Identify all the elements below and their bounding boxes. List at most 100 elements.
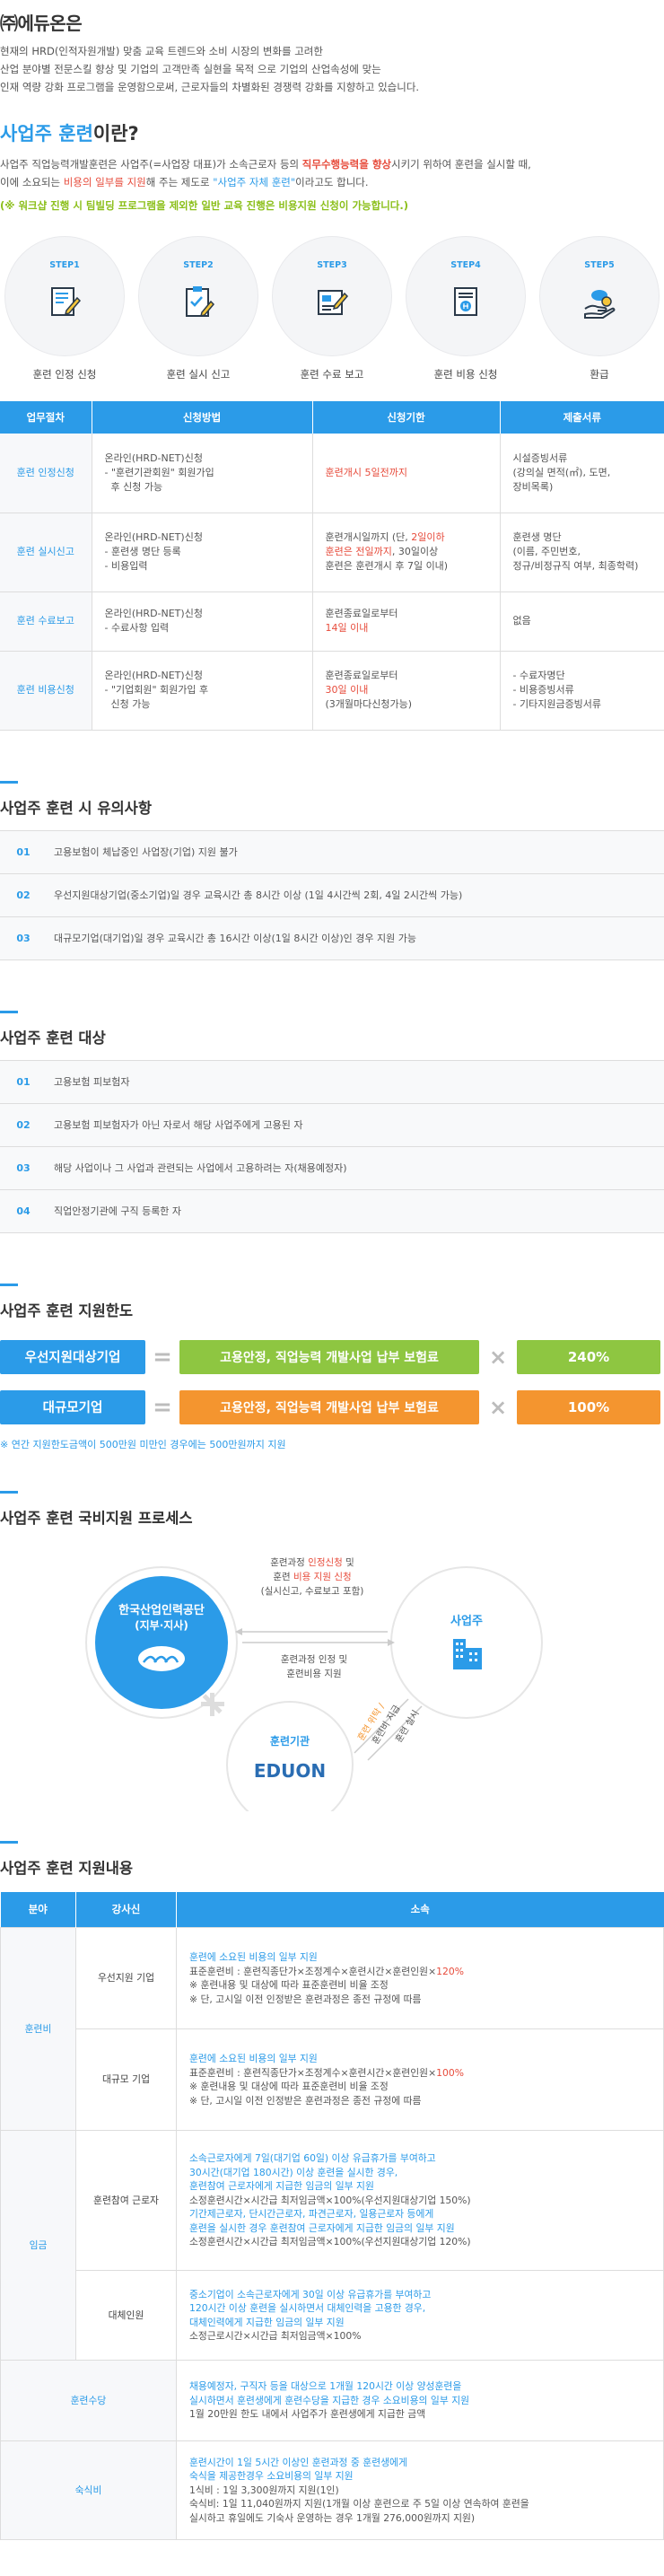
what-description: 사업주 직업능력개발훈련은 사업주(=사업장 대표)가 소속근로자 등의 직무수… <box>0 158 531 188</box>
page: ㈜에듀온은 현재의 HRD(인적자원개발) 맞춤 교육 트렌드와 소비 시장의 … <box>0 0 664 2558</box>
procedure-step-name: 훈련 비용신청 <box>0 651 92 731</box>
targets-section: 사업주 훈련 대상 01 고용보험 피보험자 02 고용보험 피보험자가 아닌 자로… <box>0 1010 664 1233</box>
insurance-basis: 고용안정, 직업능력 개발사업 납부 보험료 <box>179 1339 479 1374</box>
report-edit-icon <box>318 290 349 315</box>
procedure-header: 신청방법 <box>91 401 312 434</box>
step-name: 훈련 인정 신청 <box>32 368 97 381</box>
what-section: 사업주 훈련이란? 사업주 직업능력개발훈련은 사업주(=사업장 대표)가 소속… <box>0 119 664 213</box>
procedure-header: 신청기한 <box>311 401 500 434</box>
procedure-deadline: 훈련개시일까지 (단, 2일이하 훈련은 전일까지, 30일이상 훈련은 훈련개… <box>312 513 501 592</box>
step-label: STEP1 <box>49 260 80 270</box>
intro-line: 인재 역량 강화 프로그램을 운영함으로써, 근로자들의 차별화된 경쟁력 강화… <box>0 81 420 93</box>
support-row: 숙식비 훈련시간이 1일 5시간 이상인 훈련과정 중 훈련생에게 숙식을 제공… <box>0 2440 664 2540</box>
company-type: 우선지원대상기업 <box>0 1339 145 1374</box>
step-circle: STEP2 <box>138 236 258 356</box>
cautions-title: 사업주 훈련 시 유의사항 <box>0 799 153 817</box>
support-subcategory: 우선지원 기업 <box>75 1927 177 2029</box>
rate: 240% <box>517 1339 660 1374</box>
steps-row: STEP1 훈련 인정 신청 STEP2 훈련 실시 신고 STEP3 훈련 수… <box>0 236 664 381</box>
list-item: 01 고용보험 피보험자 <box>0 1060 664 1104</box>
support-subcategory: 대규모 기업 <box>75 2028 177 2131</box>
procedure-method: 온라인(HRD-NET)신청 - "훈련기관회원" 회원가입 후 신청 가능 <box>92 434 313 513</box>
support-header: 분야 <box>0 1891 76 1928</box>
step-2: STEP2 훈련 실시 신고 <box>135 236 261 381</box>
intro-title: ㈜에듀온은 <box>0 13 83 34</box>
support-subcategory: 훈련참여 근로자 <box>75 2130 177 2271</box>
support-row: 훈련비 우선지원 기업 훈련에 소요된 비용의 일부 지원 표준훈련비 : 훈련… <box>0 1927 664 2131</box>
support-header: 소속 <box>176 1891 664 1928</box>
support-detail: 훈련에 소요된 비용의 일부 지원 표준훈련비 : 훈련직종단가×조정계수×훈련… <box>176 2028 664 2131</box>
flow-apply-line2: 훈련 비용 지원 신청 <box>273 1571 351 1582</box>
step-label: STEP4 <box>450 260 481 270</box>
insurance-basis: 고용안정, 직업능력 개발사업 납부 보험료 <box>179 1389 479 1424</box>
flow-apply-line3: (실시신고, 수료보고 포함) <box>261 1586 364 1597</box>
section-accent-bar <box>0 1283 18 1286</box>
targets-title: 사업주 훈련 대상 <box>0 1029 106 1047</box>
limit-title: 사업주 훈련 지원한도 <box>0 1301 134 1319</box>
support-header: 강사신 <box>75 1891 177 1928</box>
step-name: 환급 <box>590 368 609 381</box>
agency-logo-icon <box>138 1645 185 1671</box>
procedure-row: 훈련 수료보고 온라인(HRD-NET)신청 - 수료사항 입력 훈련종료일로부터… <box>0 591 664 652</box>
procedure-row: 훈련 실시신고 온라인(HRD-NET)신청 - 훈련생 명단 등록 - 비용입력 … <box>0 513 664 592</box>
procedure-method: 온라인(HRD-NET)신청 - "기업회원" 회원가입 후 신청 가능 <box>92 651 313 731</box>
limit-note: ※ 연간 지원한도금액이 500만원 미만인 경우에는 500만원까지 지원 <box>0 1438 286 1450</box>
process-diagram: 한국산업인력공단 (지부·지사) 사업주 훈련기관 EDUON 훈련과정 인정신… <box>85 1556 543 1828</box>
procedure-deadline: 훈련종료일로부터 14일 이내 <box>312 591 501 652</box>
support-category: 임금 <box>0 2130 76 2361</box>
step-name: 훈련 수료 보고 <box>300 368 364 381</box>
company-type: 대규모기업 <box>0 1389 145 1424</box>
procedure-table: 업무절차 신청방법 신청기한 제출서류 훈련 인정신청 온라인(HRD-NET)… <box>0 401 664 731</box>
support-title: 사업주 훈련 지원내용 <box>0 1859 134 1877</box>
procedure-step-name: 훈련 실시신고 <box>0 513 92 592</box>
list-item: 03 해당 사업이나 그 사업과 관련되는 사업에서 고용하려는 자(채용예정자) <box>0 1146 664 1190</box>
intro-text: 현재의 HRD(인적자원개발) 맞춤 교육 트렌드와 소비 시장의 변화를 고려… <box>0 42 664 96</box>
rate: 100% <box>517 1389 660 1424</box>
step-circle: STEP3 <box>272 236 392 356</box>
agency-sub: (지부·지사) <box>135 1618 188 1632</box>
support-detail: 소속근로자에게 7일(대기업 60일) 이상 유급휴가를 부여하고 30시간(대… <box>176 2130 664 2271</box>
procedure-method: 온라인(HRD-NET)신청 - 수료사항 입력 <box>92 591 313 652</box>
targets-list: 01 고용보험 피보험자 02 고용보험 피보험자가 아닌 자로서 해당 사업주에게… <box>0 1059 664 1233</box>
cautions-section: 사업주 훈련 시 유의사항 01 고용보험이 체납중인 사업장(기업) 지원 불가… <box>0 780 664 960</box>
support-category: 훈련비 <box>0 1927 76 2131</box>
equals-icon: = <box>153 1393 172 1421</box>
intro-section: ㈜에듀온은 현재의 HRD(인적자원개발) 맞춤 교육 트렌드와 소비 시장의 … <box>0 9 664 96</box>
support-detail: 중소기업이 소속근로자에게 30일 이상 유급휴가를 부여하고 120시간 이상… <box>176 2270 664 2361</box>
support-category: 훈련수당 <box>0 2360 177 2441</box>
support-header-row: 분야 강사신 소속 <box>0 1891 664 1928</box>
list-item: 01 고용보험이 체납중인 사업장(기업) 지원 불가 <box>0 830 664 874</box>
support-category: 숙식비 <box>0 2440 177 2540</box>
procedure-step-name: 훈련 인정신청 <box>0 434 92 513</box>
employer-circle-fill <box>400 1575 533 1709</box>
section-accent-bar <box>0 1490 18 1494</box>
intro-line: 산업 분야별 전문스킬 향상 및 기업의 고객만족 실현을 목적 으로 기업의 … <box>0 63 381 75</box>
application-form-icon <box>51 287 82 316</box>
checklist-icon <box>186 286 215 318</box>
procedure-step-name: 훈련 수료보고 <box>0 591 92 652</box>
limit-formulas: 우선지원대상기업 = 고용안정, 직업능력 개발사업 납부 보험료 × 240%… <box>0 1336 664 1428</box>
procedure-deadline: 훈련개시 5일전까지 <box>312 434 501 513</box>
procedure-docs: 훈련생 명단 (이름, 주민번호, 정규/비정규직 여부, 최종학력) <box>500 513 664 592</box>
list-item: 04 직업안정기관에 구직 등록한 자 <box>0 1189 664 1233</box>
support-row: 훈련수당 채용예정자, 구직자 등을 대상으로 1개월 120시간 이상 양성훈… <box>0 2360 664 2441</box>
money-refund-icon <box>584 290 616 319</box>
procedure-row: 훈련 비용신청 온라인(HRD-NET)신청 - "기업회원" 회원가입 후 신청… <box>0 651 664 731</box>
agency-circle-fill <box>95 1575 228 1709</box>
cautions-list: 01 고용보험이 체납중인 사업장(기업) 지원 불가 02 우선지원대상기업(중소… <box>0 829 664 960</box>
list-item: 02 우선지원대상기업(중소기업)일 경우 교육시간 총 8시간 이상 (1일 4… <box>0 873 664 917</box>
support-subcategory: 대체인원 <box>75 2270 177 2361</box>
eduon-logo: EDUON <box>254 1760 326 1782</box>
step-1: STEP1 훈련 인정 신청 <box>2 236 127 381</box>
step-3: STEP3 훈련 수료 보고 <box>269 236 395 381</box>
procedure-row: 훈련 인정신청 온라인(HRD-NET)신청 - "훈련기관회원" 회원가입 후 … <box>0 434 664 513</box>
step-5: STEP5 환급 <box>537 236 662 381</box>
step-label: STEP5 <box>584 260 615 270</box>
support-detail: 훈련에 소요된 비용의 일부 지원 표준훈련비 : 훈련직종단가×조정계수×훈련… <box>176 1927 664 2029</box>
procedure-docs: 시설증빙서류 (강의실 면적(㎡), 도면, 장비목록) <box>500 434 664 513</box>
section-accent-bar <box>0 1010 18 1013</box>
procedure-docs: - 수료자명단 - 비용증빙서류 - 기타지원금증빙서류 <box>500 651 664 731</box>
flow-apply-line1: 훈련과정 인정신청 및 <box>270 1556 354 1568</box>
equals-icon: = <box>153 1343 172 1371</box>
plus-icon <box>201 1692 224 1716</box>
